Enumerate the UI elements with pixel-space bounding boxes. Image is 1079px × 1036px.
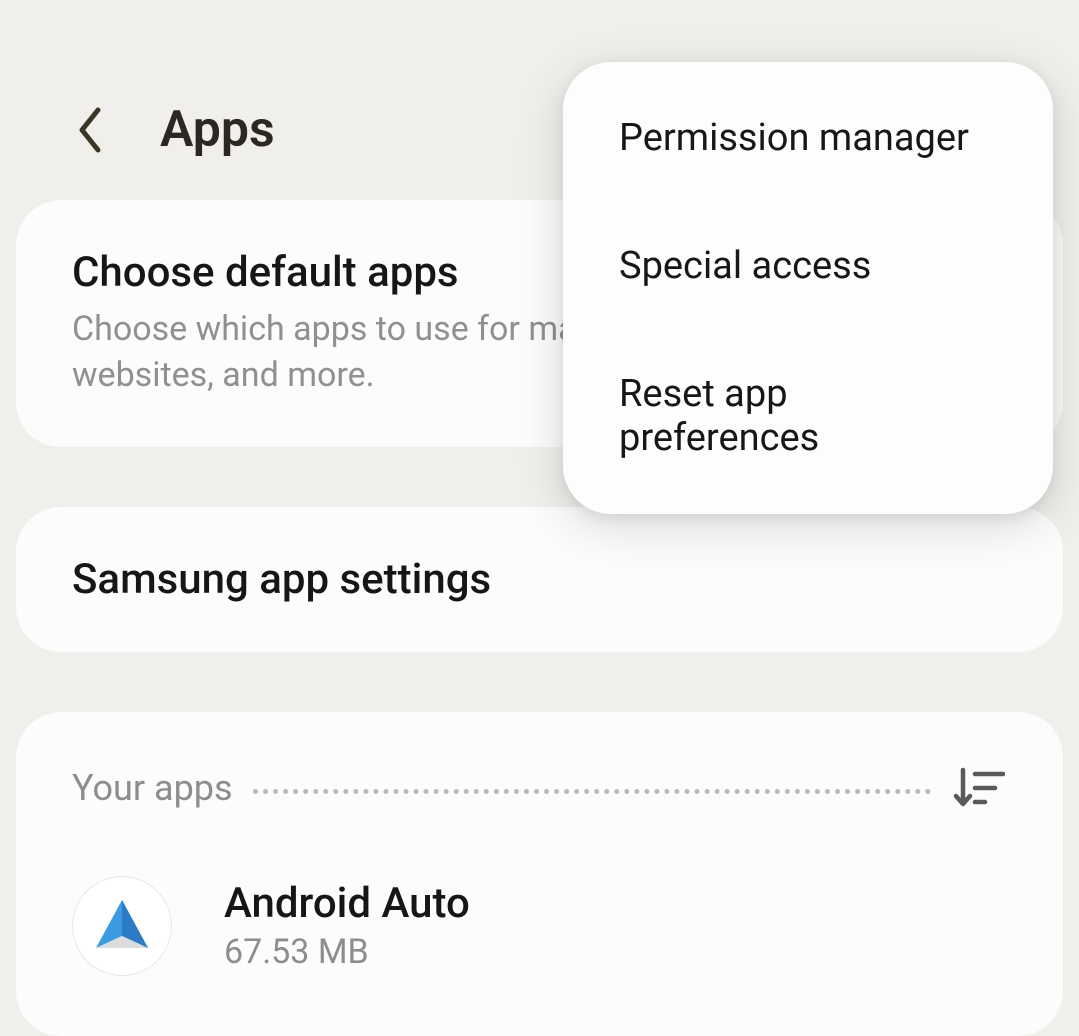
menu-permission-manager[interactable]: Permission manager xyxy=(563,74,1053,202)
android-auto-icon xyxy=(90,894,154,958)
menu-special-access[interactable]: Special access xyxy=(563,202,1053,330)
back-button[interactable] xyxy=(70,100,110,160)
app-icon xyxy=(72,876,172,976)
sort-button[interactable] xyxy=(951,760,1007,816)
your-apps-header: Your apps xyxy=(72,760,1007,816)
app-size: 67.53 MB xyxy=(224,932,470,972)
app-row-android-auto[interactable]: Android Auto 67.53 MB xyxy=(72,876,1007,976)
app-name: Android Auto xyxy=(224,879,470,928)
samsung-settings-card[interactable]: Samsung app settings xyxy=(16,507,1063,652)
samsung-settings-title: Samsung app settings xyxy=(72,555,1007,604)
your-apps-label: Your apps xyxy=(72,767,233,809)
divider-dots xyxy=(253,789,931,794)
app-info: Android Auto 67.53 MB xyxy=(224,879,470,972)
chevron-left-icon xyxy=(76,106,104,154)
sort-icon xyxy=(953,764,1005,812)
your-apps-card: Your apps Android Auto 67.53 MB xyxy=(16,712,1063,1036)
page-title: Apps xyxy=(160,101,275,159)
menu-reset-app-preferences[interactable]: Reset app preferences xyxy=(563,330,1053,502)
overflow-menu: Permission manager Special access Reset … xyxy=(563,62,1053,514)
